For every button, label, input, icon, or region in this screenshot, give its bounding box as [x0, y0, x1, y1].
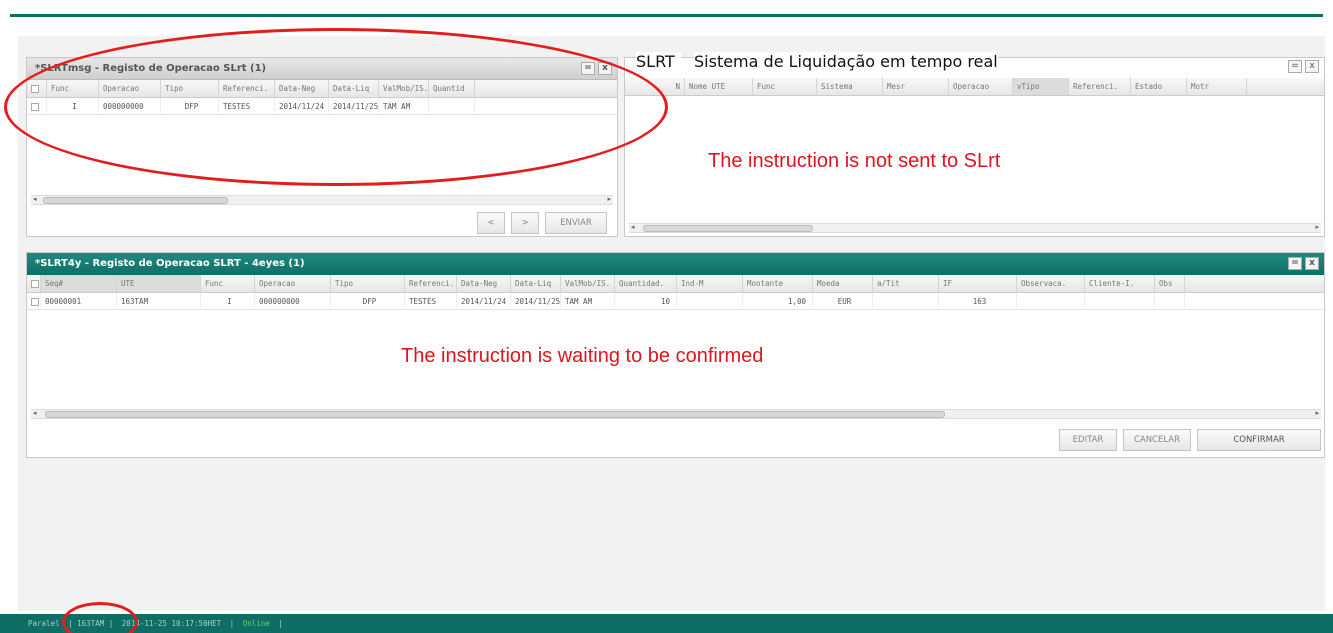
annotation-not-sent: The instruction is not sent to SLrt — [708, 150, 1001, 172]
previous-button[interactable]: < — [477, 212, 505, 234]
slrt-title: Sistema de Liquidação em tempo real — [694, 52, 998, 71]
scroll-left-icon[interactable]: ◂ — [33, 409, 37, 417]
column-header[interactable]: Nome UTE — [685, 78, 753, 95]
cell: 000000000 — [255, 293, 331, 309]
column-header[interactable]: Func — [201, 275, 255, 292]
column-header[interactable]: Operacao — [255, 275, 331, 292]
cell — [1085, 293, 1155, 309]
minimize-button[interactable]: = — [1288, 60, 1302, 73]
scrollbar-thumb[interactable] — [45, 411, 945, 418]
horizontal-scrollbar[interactable]: ◂ ▸ — [31, 409, 1321, 419]
cell — [873, 293, 939, 309]
scroll-right-icon[interactable]: ▸ — [1315, 409, 1319, 417]
column-header[interactable]: Data-Neg — [457, 275, 511, 292]
cell: TESTES — [405, 293, 457, 309]
next-button[interactable]: > — [511, 212, 539, 234]
cell: 2014/11/25 — [511, 293, 561, 309]
status-bar: Paralel | 163TAM | 2014-11-25 10:17:50HE… — [0, 614, 1333, 633]
confirm-button[interactable]: CONFIRMAR — [1197, 429, 1321, 451]
scroll-left-icon[interactable]: ◂ — [33, 195, 37, 203]
column-header[interactable]: Seq# — [41, 275, 117, 292]
scroll-right-icon[interactable]: ▸ — [607, 195, 611, 203]
minimize-button[interactable]: = — [1288, 257, 1302, 270]
column-header[interactable]: Observaca. — [1017, 275, 1085, 292]
cell: EUR — [813, 293, 873, 309]
column-header[interactable]: IF — [939, 275, 1017, 292]
horizontal-scrollbar[interactable]: ◂ ▸ — [31, 195, 613, 205]
status-separator: | — [229, 619, 235, 628]
slrt4y-grid-header: Seq# UTE Func Operacao Tipo Referenci. D… — [27, 275, 1324, 293]
column-header[interactable]: Estado — [1131, 78, 1187, 95]
column-header[interactable]: ValMob/IS. — [561, 275, 615, 292]
close-button[interactable]: x — [1305, 60, 1319, 73]
cell: DFP — [331, 293, 405, 309]
cell: 1,00 — [743, 293, 813, 309]
scrollbar-thumb[interactable] — [643, 225, 813, 232]
select-all-checkbox[interactable] — [31, 280, 39, 288]
cell — [677, 293, 743, 309]
slrt-logo: SLRT — [636, 52, 681, 71]
column-header[interactable]: Cliente-I. — [1085, 275, 1155, 292]
scroll-left-icon[interactable]: ◂ — [631, 223, 635, 231]
column-header[interactable]: Referenci. — [405, 275, 457, 292]
row-checkbox[interactable] — [31, 298, 39, 306]
close-button[interactable]: x — [1305, 257, 1319, 270]
edit-button[interactable]: EDITAR — [1059, 429, 1117, 451]
status-online: Online — [242, 619, 270, 628]
slrt-panel: N Nome UTE Func Sistema Mesr Operacao vT… — [624, 57, 1325, 237]
cell: 163TAM — [117, 293, 201, 309]
send-button[interactable]: ENVIAR — [545, 212, 607, 234]
column-header[interactable]: vTipo — [1013, 78, 1069, 95]
cell: I — [201, 293, 255, 309]
column-header[interactable]: Data-Liq — [511, 275, 561, 292]
column-header[interactable]: a/Tit — [873, 275, 939, 292]
column-header[interactable]: Sistema — [817, 78, 883, 95]
cell: 2014/11/24 — [457, 293, 511, 309]
scrollbar-thumb[interactable] — [43, 197, 228, 204]
column-header[interactable]: Motr — [1187, 78, 1247, 95]
highlight-ellipse — [4, 28, 668, 186]
scroll-right-icon[interactable]: ▸ — [1315, 223, 1319, 231]
column-header[interactable]: Operacao — [949, 78, 1013, 95]
cell: 163 — [939, 293, 1017, 309]
top-divider — [10, 14, 1323, 17]
column-header[interactable]: Tipo — [331, 275, 405, 292]
slrt-grid-header: N Nome UTE Func Sistema Mesr Operacao vT… — [625, 78, 1324, 96]
column-header[interactable]: Moeda — [813, 275, 873, 292]
slrt4y-title-text: *SLRT4y - Registo de Operacao SLRT - 4ey… — [35, 258, 305, 269]
cell: 00000001 — [41, 293, 117, 309]
table-row[interactable]: 00000001 163TAM I 000000000 DFP TESTES 2… — [27, 293, 1324, 310]
column-header[interactable]: Referenci. — [1069, 78, 1131, 95]
column-header[interactable]: Quantidad. — [615, 275, 677, 292]
column-header[interactable]: Func — [753, 78, 817, 95]
select-all-cell[interactable] — [27, 275, 41, 292]
cell — [1017, 293, 1085, 309]
cancel-button[interactable]: CANCELAR — [1123, 429, 1191, 451]
cell: 10 — [615, 293, 677, 309]
slrt4y-panel-title[interactable]: *SLRT4y - Registo de Operacao SLRT - 4ey… — [27, 253, 1324, 275]
column-header[interactable]: Obs — [1155, 275, 1185, 292]
annotation-waiting: The instruction is waiting to be confirm… — [401, 345, 764, 367]
column-header[interactable]: Montante — [743, 275, 813, 292]
column-header[interactable]: UTE — [117, 275, 201, 292]
cell: TAM AM — [561, 293, 615, 309]
status-separator: | — [278, 619, 283, 628]
row-select-cell[interactable] — [27, 293, 41, 309]
status-mode: Paralel — [28, 619, 60, 628]
cell — [1155, 293, 1185, 309]
horizontal-scrollbar[interactable]: ◂ ▸ — [629, 223, 1321, 233]
column-header[interactable]: Mesr — [883, 78, 949, 95]
column-header[interactable]: Ind-M — [677, 275, 743, 292]
